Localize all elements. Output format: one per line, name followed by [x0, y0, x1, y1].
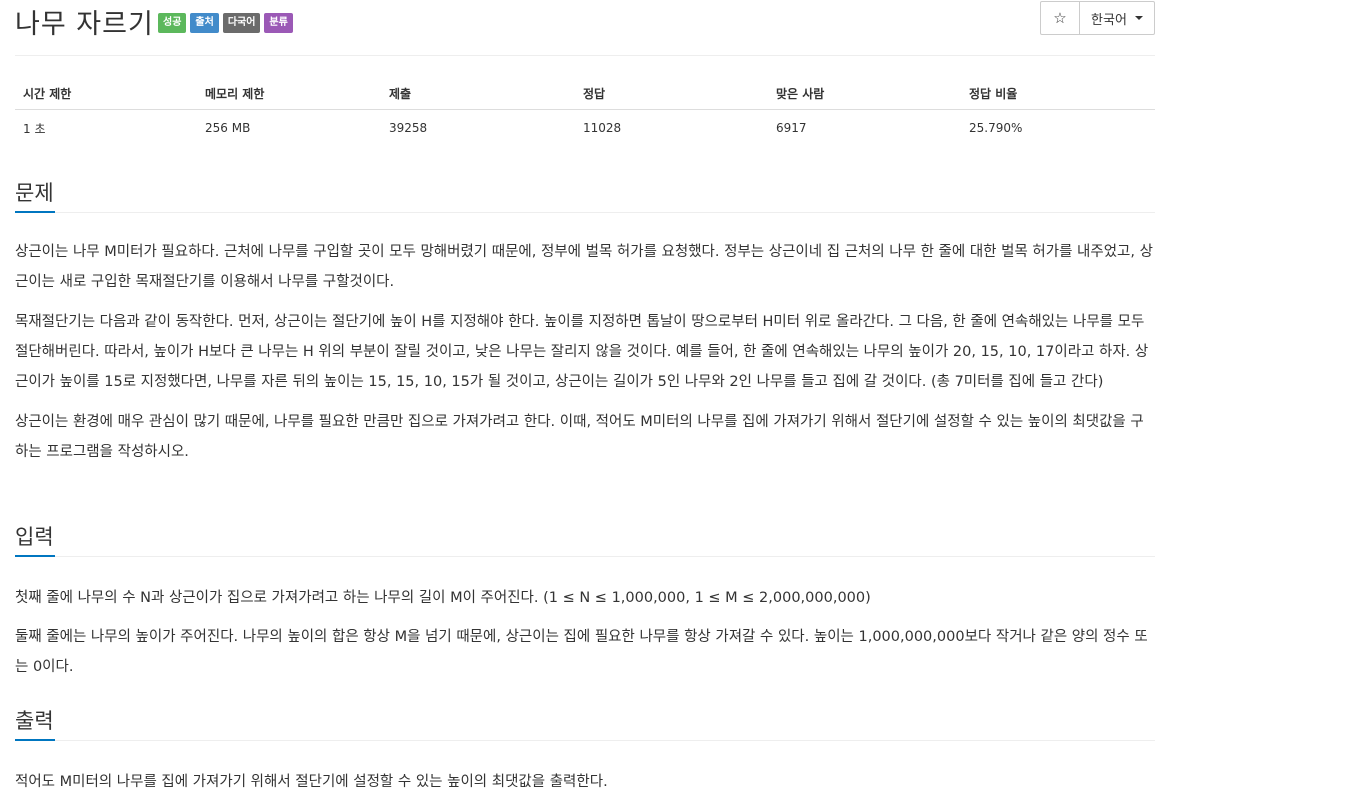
- section-title: 문제: [15, 181, 54, 205]
- caret-down-icon: [1134, 16, 1143, 20]
- header-accepted: 정답: [575, 77, 768, 110]
- language-label: 한국어: [1091, 12, 1127, 28]
- section-underline: [15, 739, 55, 741]
- title-row: 나무 자르기 성공 출처 다국어 분류 ☆ 한국어: [15, 0, 1155, 56]
- favorite-button[interactable]: ☆: [1041, 2, 1080, 34]
- problem-paragraph: 상근이는 나무 M미터가 필요하다. 근처에 나무를 구입할 곳이 모두 망해버…: [15, 244, 1153, 290]
- cell-accept-ratio: 25.790%: [969, 121, 1023, 135]
- table-row: 1 초 256 MB 39258 11028 6917 25.790%: [15, 110, 1155, 147]
- output-section: 출력 적어도 M미터의 나무를 집에 가져가기 위해서 절단기에 설정할 수 있…: [15, 705, 1155, 797]
- section-title: 입력: [15, 525, 54, 549]
- section-underline: [15, 211, 55, 213]
- problem-info-table: 시간 제한 메모리 제한 제출 정답 맞은 사람 정답 비율 1 초 256 M…: [15, 77, 1155, 146]
- cell-memory-limit: 256 MB: [205, 121, 251, 135]
- cell-time-limit: 1 초: [23, 121, 46, 136]
- badge-success[interactable]: 성공: [158, 13, 187, 33]
- header-memory-limit: 메모리 제한: [197, 77, 381, 110]
- input-paragraph: 둘째 줄에는 나무의 높이가 주어진다. 나무의 높이의 합은 항상 M을 넘기…: [15, 629, 1148, 675]
- cell-solved-users[interactable]: 6917: [768, 110, 961, 147]
- section-header: 문제: [15, 177, 1155, 213]
- cell-accepted[interactable]: 11028: [575, 110, 768, 147]
- section-header: 입력: [15, 521, 1155, 557]
- badge-multilang[interactable]: 다국어: [222, 13, 261, 33]
- header-submissions: 제출: [381, 77, 575, 110]
- language-dropdown[interactable]: 한국어: [1080, 2, 1154, 34]
- header-time-limit: 시간 제한: [15, 77, 197, 110]
- page-title: 나무 자르기: [15, 9, 154, 40]
- badge-category[interactable]: 분류: [264, 13, 293, 33]
- problem-page: 나무 자르기 성공 출처 다국어 분류 ☆ 한국어 시간 제한 메모리 제한 제…: [15, 0, 1155, 790]
- badge-source[interactable]: 출처: [190, 13, 219, 33]
- section-title: 출력: [15, 709, 54, 733]
- badge-group: 성공 출처 다국어 분류: [158, 13, 293, 33]
- header-accept-ratio: 정답 비율: [961, 77, 1155, 110]
- section-header: 출력: [15, 705, 1155, 741]
- problem-paragraph: 목재절단기는 다음과 같이 동작한다. 먼저, 상근이는 절단기에 높이 H를 …: [15, 314, 1149, 390]
- section-underline: [15, 555, 55, 557]
- action-buttons: ☆ 한국어: [1040, 1, 1155, 35]
- table-header-row: 시간 제한 메모리 제한 제출 정답 맞은 사람 정답 비율: [15, 77, 1155, 110]
- input-paragraph: 첫째 줄에 나무의 수 N과 상근이가 집으로 가져가려고 하는 나무의 길이 …: [15, 590, 871, 606]
- header-solved-users: 맞은 사람: [768, 77, 961, 110]
- output-paragraph: 적어도 M미터의 나무를 집에 가져가기 위해서 절단기에 설정할 수 있는 높…: [15, 774, 608, 790]
- problem-section: 문제 상근이는 나무 M미터가 필요하다. 근처에 나무를 구입할 곳이 모두 …: [15, 177, 1155, 467]
- cell-submissions[interactable]: 39258: [381, 110, 575, 147]
- star-icon: ☆: [1053, 9, 1067, 27]
- problem-paragraph: 상근이는 환경에 매우 관심이 많기 때문에, 나무를 필요한 만큼만 집으로 …: [15, 414, 1144, 460]
- input-section: 입력 첫째 줄에 나무의 수 N과 상근이가 집으로 가져가려고 하는 나무의 …: [15, 521, 1155, 682]
